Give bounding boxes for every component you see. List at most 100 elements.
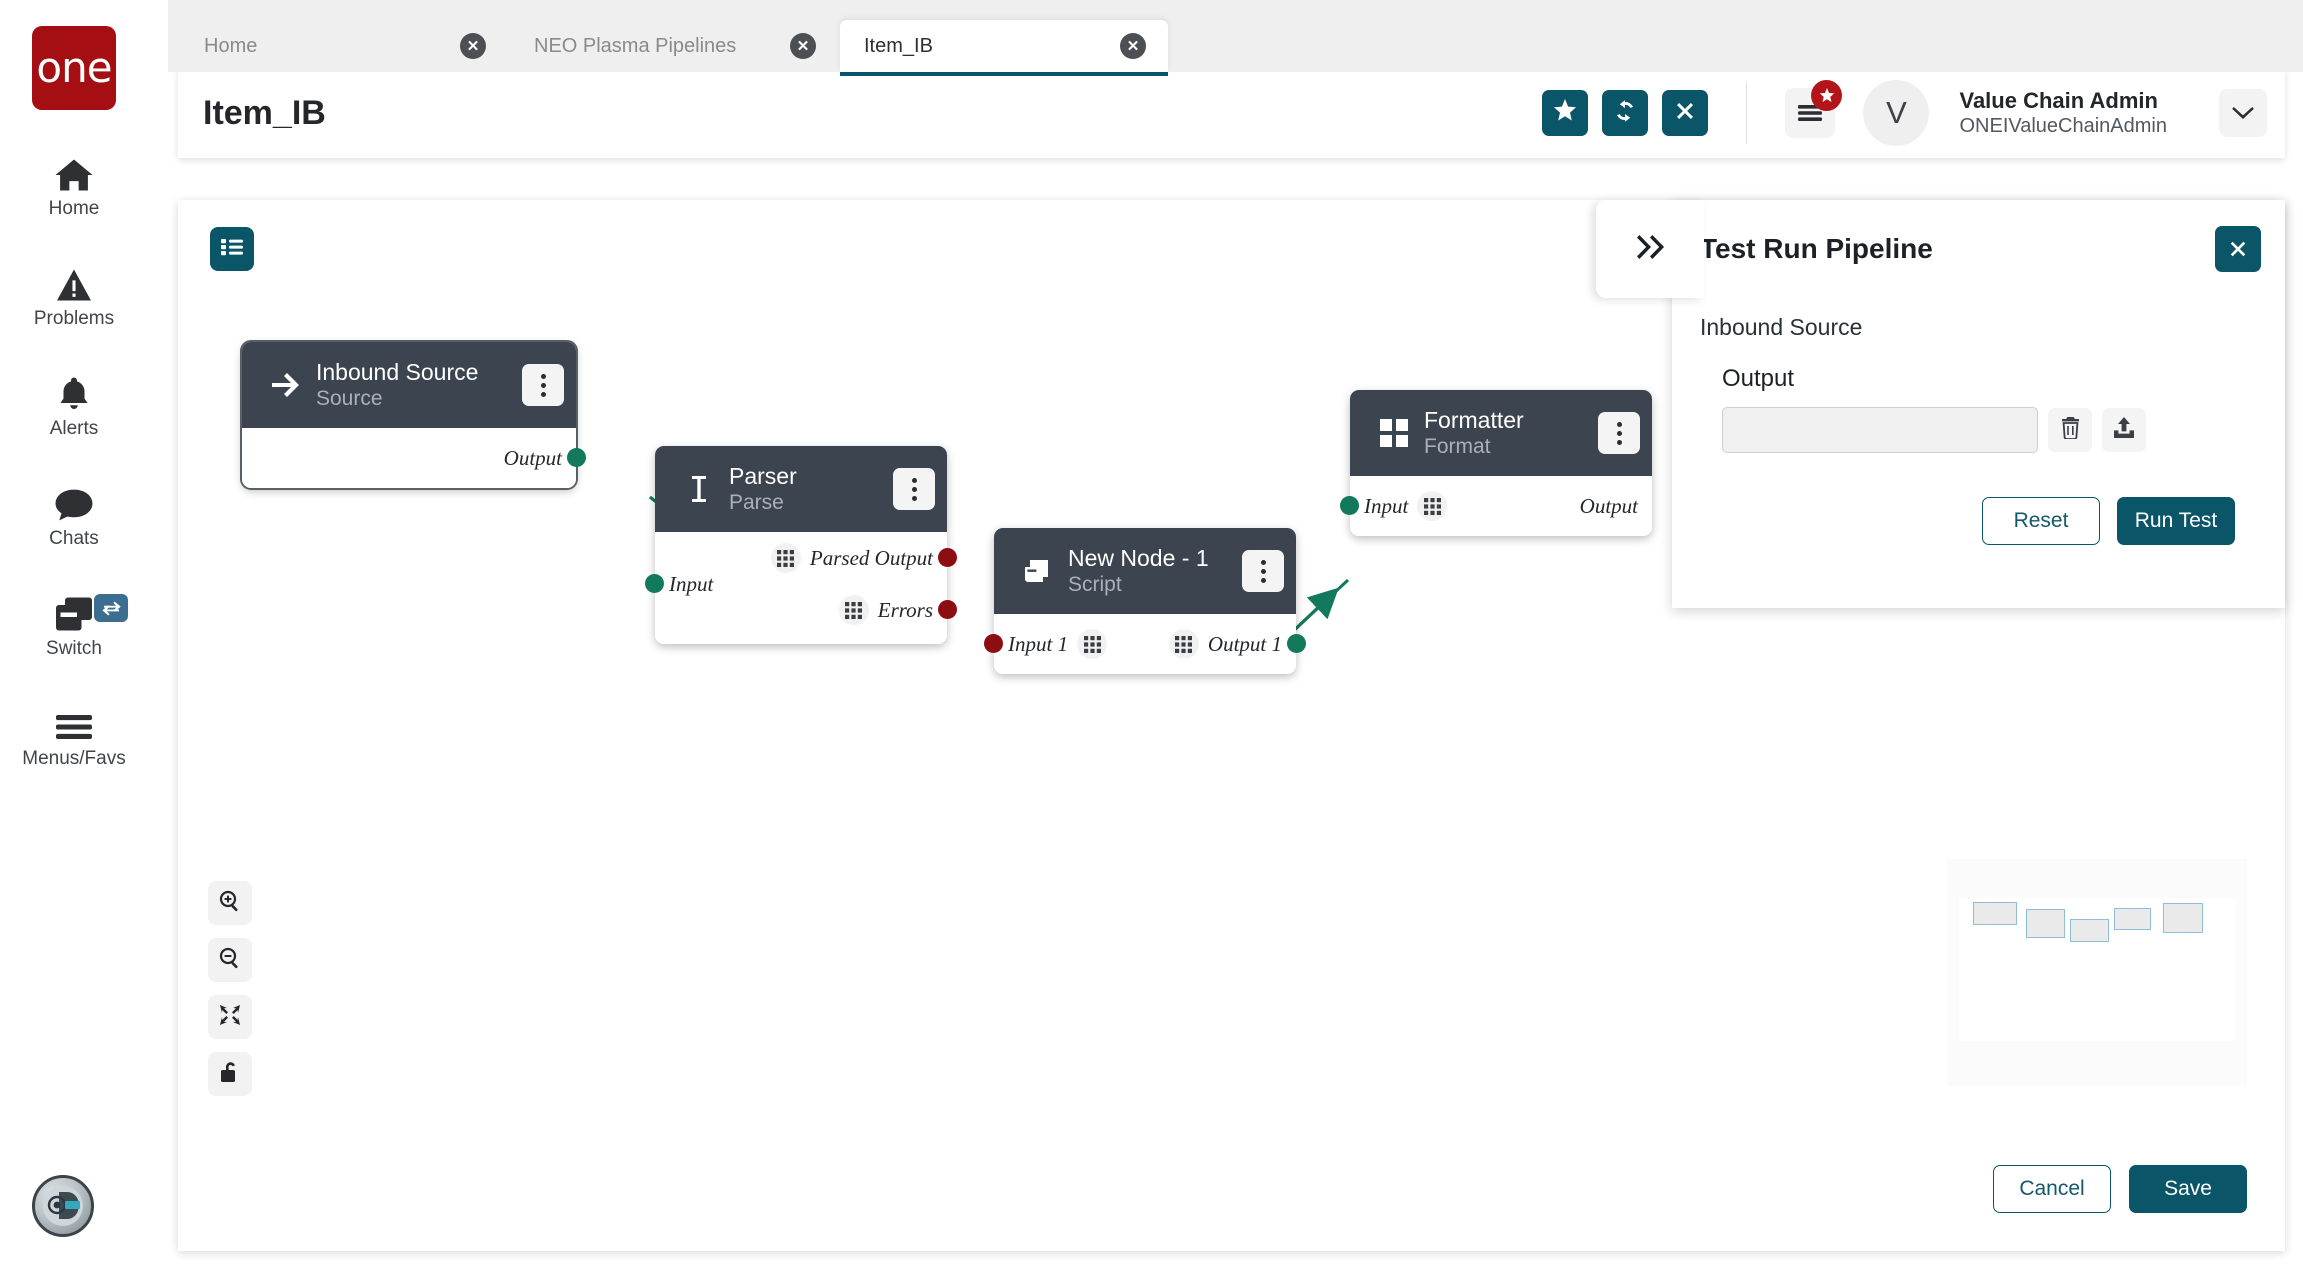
star-icon	[1553, 99, 1577, 127]
zoom-out-button[interactable]	[208, 938, 252, 982]
node-menu-button[interactable]	[1598, 412, 1640, 454]
close-icon	[1674, 100, 1696, 127]
avatar[interactable]: V	[1863, 80, 1929, 146]
port-label: Output	[1580, 494, 1638, 519]
node-body: Parsed Output Input Errors	[655, 532, 947, 644]
compress-arrows-icon	[219, 1004, 241, 1031]
sidebar-item-problems[interactable]: Problems	[14, 256, 134, 330]
node-header[interactable]: Formatter Format	[1350, 390, 1652, 476]
minimap-node	[2114, 908, 2151, 930]
node-menu-button[interactable]	[893, 468, 935, 510]
header-divider	[1746, 82, 1747, 144]
warning-triangle-icon	[55, 256, 93, 302]
port-row-parsed-output: Parsed Output	[762, 538, 947, 578]
tab-label: NEO Plasma Pipelines	[534, 35, 736, 58]
zoom-in-button[interactable]	[208, 881, 252, 925]
output-field-label: Output	[1722, 365, 2257, 393]
sidebar-item-home[interactable]: Home	[14, 146, 134, 220]
sidebar-item-menus-favs[interactable]: Menus/Favs	[14, 696, 134, 770]
node-header[interactable]: Parser Parse	[655, 446, 947, 532]
minimap-node	[2163, 903, 2203, 933]
arrow-right-icon	[264, 373, 308, 397]
panel-close-button[interactable]	[2215, 226, 2261, 272]
node-inbound-source[interactable]: Inbound Source Source Output	[242, 342, 576, 488]
node-menu-button[interactable]	[1242, 550, 1284, 592]
node-subtitle: Script	[1068, 572, 1242, 597]
close-icon[interactable]: ✕	[790, 33, 816, 59]
node-list-button[interactable]	[210, 227, 254, 271]
port-label: Input	[669, 572, 713, 597]
tab-home[interactable]: Home ✕	[180, 20, 508, 72]
port-label: Output	[504, 446, 562, 471]
node-new-node-1[interactable]: New Node - 1 Script Input 1 Output 1	[994, 528, 1296, 674]
close-button[interactable]	[1662, 90, 1708, 136]
node-header[interactable]: Inbound Source Source	[242, 342, 576, 428]
node-header[interactable]: New Node - 1 Script	[994, 528, 1296, 614]
fit-to-screen-button[interactable]	[208, 995, 252, 1039]
chevron-down-icon[interactable]	[2219, 89, 2267, 137]
output-input[interactable]	[1722, 407, 2038, 453]
ai-assistant-avatar[interactable]	[32, 1175, 94, 1237]
minimap-node	[1973, 902, 2017, 925]
exchange-arrows-icon[interactable]	[94, 594, 128, 622]
port-label: Input	[1364, 494, 1408, 519]
node-formatter[interactable]: Formatter Format Input Output	[1350, 390, 1652, 536]
panel-header: Test Run Pipeline	[1672, 200, 2285, 298]
run-test-button[interactable]: Run Test	[2117, 497, 2235, 545]
port-row-output-1: Output 1	[1160, 624, 1296, 664]
magnifier-plus-icon	[219, 890, 241, 917]
minimap-viewport	[1959, 898, 2235, 1041]
node-subtitle: Format	[1424, 434, 1598, 459]
cancel-button[interactable]: Cancel	[1993, 1165, 2111, 1213]
sidebar-item-chats[interactable]: Chats	[14, 476, 134, 550]
node-subtitle: Parse	[729, 490, 893, 515]
tab-label: Item_IB	[864, 35, 933, 58]
sidebar-label-chats: Chats	[49, 528, 99, 550]
port-row-input-1: Input 1	[994, 624, 1116, 664]
sidebar-item-alerts[interactable]: Alerts	[14, 366, 134, 440]
port-output[interactable]	[567, 448, 586, 467]
windows-stack-icon	[54, 586, 94, 632]
page-header: Item_IB V	[178, 68, 2285, 158]
node-menu-button[interactable]	[522, 364, 564, 406]
close-icon[interactable]: ✕	[1120, 33, 1146, 59]
sidebar-label-problems: Problems	[34, 308, 114, 330]
reset-button[interactable]: Reset	[1982, 497, 2100, 545]
lock-toggle-button[interactable]	[208, 1052, 252, 1096]
sidebar-item-switch[interactable]: Switch	[14, 586, 134, 660]
tab-neo-plasma-pipelines[interactable]: NEO Plasma Pipelines ✕	[510, 20, 838, 72]
port-input[interactable]	[1340, 496, 1359, 515]
port-errors[interactable]	[938, 600, 957, 619]
close-icon[interactable]: ✕	[460, 33, 486, 59]
panel-collapse-button[interactable]	[1596, 200, 1704, 298]
favorite-button[interactable]	[1542, 90, 1588, 136]
app-logo[interactable]: one	[32, 26, 116, 110]
grid-icon	[1417, 491, 1447, 521]
footer-action-group: Cancel Save	[1993, 1165, 2247, 1213]
sidebar-label-menus-favs: Menus/Favs	[22, 748, 125, 770]
node-title-block: New Node - 1 Script	[1068, 545, 1242, 597]
unlock-icon	[220, 1060, 240, 1089]
port-parsed-output[interactable]	[938, 548, 957, 567]
save-button[interactable]: Save	[2129, 1165, 2247, 1213]
node-title: Parser	[729, 463, 893, 489]
bell-icon	[57, 366, 91, 412]
grid-icon	[839, 595, 869, 625]
grid-squares-icon	[1372, 419, 1416, 447]
node-parser[interactable]: Parser Parse Parsed Output Input Er	[655, 446, 947, 644]
node-title: Inbound Source	[316, 359, 522, 385]
upload-button[interactable]	[2102, 408, 2146, 452]
tab-item-ib[interactable]: Item_IB ✕	[840, 20, 1168, 72]
port-input[interactable]	[645, 574, 664, 593]
sidebar-label-alerts: Alerts	[50, 418, 99, 440]
avatar-initial: V	[1886, 95, 1907, 131]
refresh-button[interactable]	[1602, 90, 1648, 136]
list-icon	[220, 237, 244, 262]
delete-button[interactable]	[2048, 408, 2092, 452]
grid-icon	[1077, 629, 1107, 659]
port-output-1[interactable]	[1287, 634, 1306, 653]
panel-action-group: Reset Run Test	[1700, 497, 2257, 545]
port-input-1[interactable]	[984, 634, 1003, 653]
minimap[interactable]	[1947, 859, 2247, 1086]
node-body: Output	[242, 428, 576, 488]
